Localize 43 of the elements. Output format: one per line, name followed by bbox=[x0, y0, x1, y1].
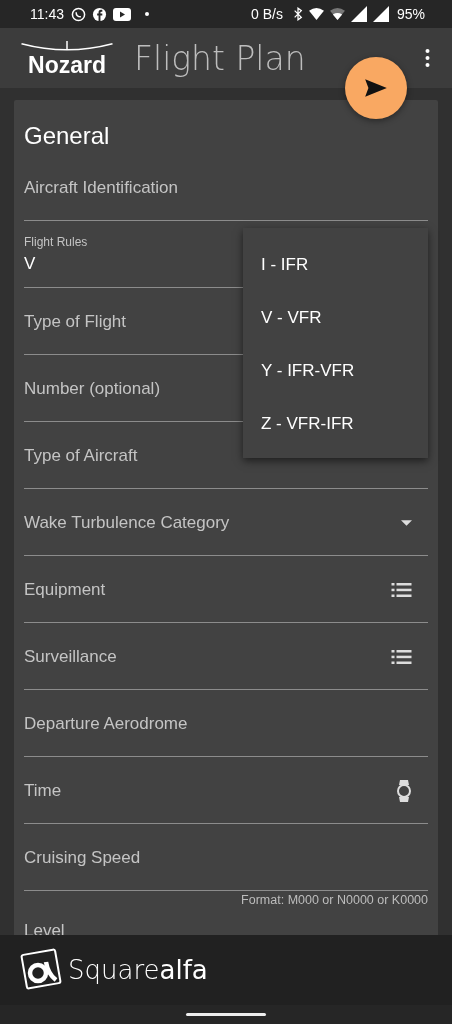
list-icon bbox=[391, 649, 412, 664]
brand-name: Squarealfa bbox=[68, 955, 208, 985]
alpha-logo-icon bbox=[20, 948, 64, 992]
field-label: Flight Rules bbox=[24, 235, 88, 249]
input-field[interactable]: Wake Turbulence Category bbox=[24, 512, 230, 533]
wifi-icon bbox=[308, 7, 324, 21]
play-icon bbox=[113, 7, 131, 21]
input-field[interactable]: Type of Flight bbox=[24, 311, 127, 332]
input-field[interactable]: Surveillance bbox=[24, 646, 117, 667]
menu-item[interactable]: I - IFR bbox=[243, 238, 428, 291]
bluetooth-icon bbox=[292, 7, 303, 21]
logo-text: Nozard bbox=[28, 53, 106, 76]
dot-icon bbox=[145, 12, 149, 16]
input-field[interactable]: Cruising Speed bbox=[24, 847, 141, 868]
input-field[interactable]: Aircraft Identification bbox=[24, 177, 178, 198]
input-field[interactable]: Type of Aircraft bbox=[24, 445, 138, 466]
arc-icon bbox=[19, 40, 115, 54]
field-value: V bbox=[24, 254, 36, 274]
helper-text: Format: M000 or N0000 or K0000 bbox=[240, 892, 428, 909]
menu-item[interactable]: Z - VFR-IFR bbox=[243, 397, 428, 450]
network-speed: 0 B/s bbox=[251, 6, 283, 22]
wifi-icon bbox=[329, 7, 345, 21]
dropdown-arrow-icon bbox=[401, 519, 412, 526]
app-title: Flight Plan bbox=[134, 38, 306, 78]
menu-item[interactable]: Y - IFR-VFR bbox=[243, 344, 428, 397]
section-title: General bbox=[24, 122, 111, 151]
list-icon bbox=[391, 582, 412, 597]
clock: 11:43 bbox=[30, 6, 64, 22]
ad-banner[interactable]: Squarealfa bbox=[0, 935, 452, 1005]
circle-f-icon bbox=[92, 6, 107, 22]
signal-icon bbox=[372, 6, 389, 22]
input-field[interactable]: Number (optional) bbox=[24, 378, 161, 399]
home-handle[interactable] bbox=[186, 1013, 266, 1016]
battery-level: 95% bbox=[396, 6, 425, 22]
send-button[interactable] bbox=[345, 57, 407, 119]
menu-item[interactable]: V - VFR bbox=[243, 291, 428, 344]
input-field[interactable]: Departure Aerodrome bbox=[24, 713, 188, 734]
more-icon bbox=[425, 49, 430, 67]
input-field[interactable]: Time bbox=[24, 780, 62, 801]
chat-bubble-icon bbox=[71, 6, 86, 22]
signal-icon bbox=[350, 6, 367, 22]
watch-icon bbox=[396, 778, 412, 803]
input-field[interactable]: Equipment bbox=[24, 579, 106, 600]
